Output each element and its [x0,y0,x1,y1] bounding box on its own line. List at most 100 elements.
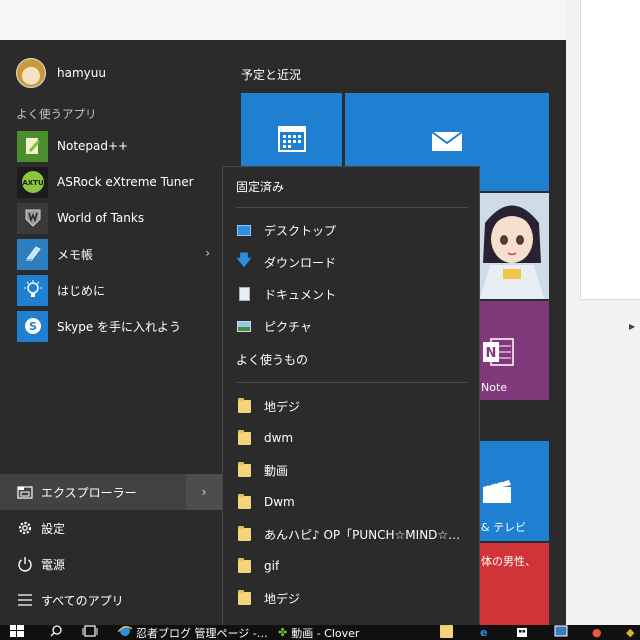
start-menu-bottom-list: エクスプローラー › 設定 電源 すべてのアプリ [0,474,222,618]
app-label: Skype を手に入れよう [57,319,182,334]
app-item-asrock[interactable]: AXTU ASRock eXtreme Tuner [0,164,222,200]
ie-icon [118,625,133,640]
bottom-label: エクスプローラー [41,485,137,500]
edge-icon: e [480,626,488,639]
settings-button[interactable]: 設定 [0,510,222,546]
jump-item-pictures[interactable]: ピクチャ [223,310,479,342]
tile-news[interactable]: 体の男性、 [475,543,549,625]
jump-item-label: デスクトップ [264,223,337,238]
bottom-label: 電源 [41,557,66,572]
app-item-notepad[interactable]: メモ帳 › [0,236,222,272]
folder-icon [237,461,251,477]
taskbar-item-clover[interactable]: ✤ 動画 - Clover [278,625,378,640]
app-label: メモ帳 [57,247,94,262]
task-view-icon [82,625,98,640]
taskbar-item-browser[interactable]: 忍者ブログ 管理ページ -… [118,625,268,640]
taskbar-app[interactable] [554,625,572,640]
jump-item-label: 動画 [264,463,289,478]
asrock-icon: AXTU [17,166,48,198]
news-snippet: 体の男性、 [481,555,536,568]
taskbar-item-label: 動画 - Clover [291,626,360,640]
jump-item-label: ダウンロード [264,255,337,270]
jump-item-downloads[interactable]: 🡇 ダウンロード [223,246,479,278]
clover-icon: ✤ [278,626,288,639]
all-apps-icon [16,591,34,609]
folder-icon [440,625,453,640]
background-window-panel [580,0,640,300]
jump-item-label: gif [264,559,280,573]
tile-onenote[interactable]: N Note [475,301,549,400]
jump-item-desktop[interactable]: デスクトップ [223,214,479,246]
user-account[interactable]: hamyuu [16,58,106,88]
app-icon: ● [592,626,602,639]
user-name: hamyuu [57,66,106,80]
bottom-label: 設定 [41,521,66,536]
tile-label: Note [481,381,508,394]
start-button[interactable] [10,625,28,640]
jump-item-label: ドキュメント [264,287,337,302]
app-icon: ◆ [626,626,635,639]
chevron-right-icon[interactable]: › [186,474,222,510]
tile-photos[interactable] [475,193,549,299]
file-explorer-button[interactable]: エクスプローラー › [0,474,222,510]
app-label: ASRock eXtreme Tuner [57,175,194,189]
download-icon: 🡇 [236,250,252,269]
folder-icon [237,525,251,541]
task-view-button[interactable] [82,625,100,640]
folder-icon [237,589,251,605]
search-button[interactable] [50,625,66,640]
app-item-notepadpp[interactable]: Notepad++ [0,128,222,164]
file-explorer-icon [16,483,34,501]
windows-logo-icon [10,625,24,640]
background-window: ▶ [565,0,640,625]
notepad-icon [17,238,48,270]
jump-item-label: 地デジ [264,399,301,414]
taskbar-app-2[interactable]: ● [592,625,610,640]
jump-item-documents[interactable]: ドキュメント [223,278,479,310]
power-icon [16,555,34,573]
jump-item-frequent[interactable]: 動画 [223,454,479,486]
film-clapper-icon [481,477,513,509]
most-used-app-list: Notepad++ AXTU ASRock eXtreme Tuner Worl… [0,128,222,344]
app-label: はじめに [57,283,106,298]
folder-icon [237,397,251,413]
power-button[interactable]: 電源 [0,546,222,582]
search-icon [50,625,62,640]
tile-label: & テレビ [481,521,527,534]
pictures-icon [237,319,251,333]
taskbar-app-3[interactable]: ◆ [626,625,638,640]
desktop-background [0,0,565,40]
taskbar-edge[interactable]: e [480,625,498,640]
jump-item-label: あんハピ♪ OP「PUNCH☆MIND☆… [264,527,461,542]
taskbar: 忍者ブログ 管理ページ -… ✤ 動画 - Clover e ● ◆ [0,625,640,640]
app-item-get-started[interactable]: はじめに [0,272,222,308]
file-explorer-jump-list: 固定済み デスクトップ 🡇 ダウンロード ドキュメント ピクチャ よく使うもの … [222,166,480,625]
jump-item-label: Dwm [264,495,295,509]
desktop-icon [237,223,251,237]
taskbar-store[interactable] [516,625,534,640]
folder-icon [237,493,251,509]
taskbar-item-label: 忍者ブログ 管理ページ -… [136,626,268,640]
skype-icon: S [17,310,48,342]
photo-thumbnail [475,193,549,299]
taskbar-file-explorer[interactable] [440,625,460,640]
jump-item-frequent[interactable]: 地デジ [223,390,479,422]
app-item-skype[interactable]: S Skype を手に入れよう [0,308,222,344]
onenote-icon: N [481,337,515,371]
store-icon [516,625,528,640]
jump-item-frequent[interactable]: Dwm [223,486,479,518]
frequent-header: よく使うもの [236,353,309,367]
jump-item-frequent[interactable]: gif [223,550,479,582]
most-used-label: よく使うアプリ [16,107,97,121]
jump-item-label: 地デジ [264,591,301,606]
app-item-world-of-tanks[interactable]: World of Tanks [0,200,222,236]
chevron-right-icon[interactable]: › [205,246,210,260]
lightbulb-icon [17,274,48,306]
jump-item-frequent[interactable]: あんハピ♪ OP「PUNCH☆MIND☆… [223,518,479,550]
jump-item-frequent[interactable]: dwm [223,422,479,454]
jump-item-frequent[interactable]: 地デジ [223,582,479,614]
world-of-tanks-icon [17,202,48,234]
jump-item-label: dwm [264,431,294,445]
tile-movies-tv[interactable]: & テレビ [475,441,549,541]
all-apps-button[interactable]: すべてのアプリ [0,582,222,618]
